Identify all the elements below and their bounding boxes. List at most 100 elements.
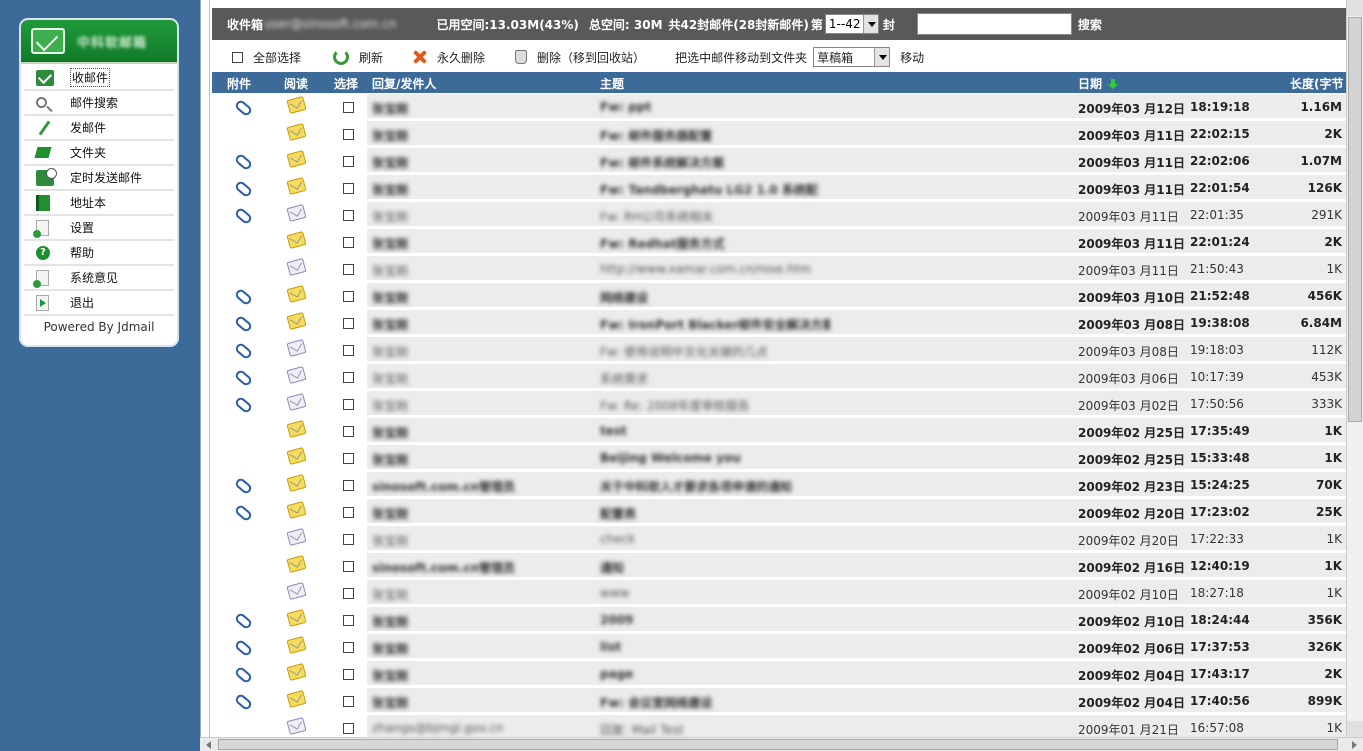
mail-subject[interactable]: test xyxy=(600,424,830,438)
col-size[interactable]: 长度(字节 xyxy=(1290,75,1344,92)
vertical-scrollbar[interactable] xyxy=(1346,0,1363,737)
mail-sender[interactable]: 张宝刚 xyxy=(372,343,512,360)
mail-sender[interactable]: 张宝刚 xyxy=(372,100,512,117)
table-row[interactable]: 张宝刚 list 2009年02 月06日 17:37:53 326K xyxy=(212,634,1346,661)
delete-forever-button[interactable]: 永久删除 xyxy=(411,49,485,66)
mail-sender[interactable]: 张宝刚 xyxy=(372,262,512,279)
scroll-right-icon[interactable] xyxy=(1352,741,1357,749)
row-checkbox[interactable] xyxy=(343,534,354,545)
mail-subject[interactable]: 回复: Mail Test xyxy=(600,721,830,737)
table-row[interactable]: 张宝刚 Fw: Redhat服务方式 2009年03 月11日 22:01:24 2K xyxy=(212,229,1346,256)
frame-divider[interactable] xyxy=(200,0,210,751)
sidebar-item-2[interactable]: 发邮件 xyxy=(24,116,174,141)
mail-subject[interactable]: page xyxy=(600,667,830,681)
select-all-checkbox[interactable] xyxy=(232,51,243,63)
row-checkbox[interactable] xyxy=(343,615,354,626)
mail-subject[interactable]: Fw: Tandberghatu LG2 1.0 系统配 xyxy=(600,181,830,198)
mail-subject[interactable]: www xyxy=(600,586,830,600)
mail-sender[interactable]: 张宝刚 xyxy=(372,532,512,549)
chevron-down-icon[interactable] xyxy=(874,48,890,66)
mail-sender[interactable]: 张宝刚 xyxy=(372,370,512,387)
row-checkbox[interactable] xyxy=(343,426,354,437)
mail-sender[interactable]: 张宝刚 xyxy=(372,640,512,657)
col-read[interactable]: 阅读 xyxy=(284,75,308,92)
table-row[interactable]: 张宝刚 check 2009年02 月20日 17:22:33 1K xyxy=(212,526,1346,553)
row-checkbox[interactable] xyxy=(343,156,354,167)
search-input[interactable] xyxy=(916,13,1072,35)
table-row[interactable]: 张宝刚 Fw: 使用说明中文化关键的几点 2009年03 月08日 19:18:03 1… xyxy=(212,337,1346,364)
row-checkbox[interactable] xyxy=(343,642,354,653)
col-attachment[interactable]: 附件 xyxy=(227,75,251,92)
table-row[interactable]: 张宝刚 Fw: ppt 2009年03 月12日 18:19:18 1.16M xyxy=(212,94,1346,121)
sidebar-item-7[interactable]: ? 帮助 xyxy=(24,241,174,266)
row-checkbox[interactable] xyxy=(343,183,354,194)
move-button[interactable]: 移动 xyxy=(900,49,924,66)
mail-subject[interactable]: 2009 xyxy=(600,613,830,627)
mail-subject[interactable]: 通知 xyxy=(600,559,830,576)
sidebar-item-0[interactable]: 收邮件 xyxy=(24,66,174,91)
mail-sender[interactable]: 张宝刚 xyxy=(372,397,512,414)
row-checkbox[interactable] xyxy=(343,210,354,221)
sidebar-item-6[interactable]: 设置 xyxy=(24,216,174,241)
move-to-trash-button[interactable]: 删除（移到回收站） xyxy=(515,49,645,66)
mail-subject[interactable]: Beijing Welcome you xyxy=(600,451,830,465)
mail-sender[interactable]: 张宝刚 xyxy=(372,208,512,225)
mail-subject[interactable]: Fw: 邮件系统解决方案 xyxy=(600,154,830,171)
row-checkbox[interactable] xyxy=(343,561,354,572)
mail-sender[interactable]: sinosoft.com.cn管理员 xyxy=(372,559,515,576)
mail-sender[interactable]: 张宝刚 xyxy=(372,316,512,333)
row-checkbox[interactable] xyxy=(343,453,354,464)
mail-sender[interactable]: 张宝刚 xyxy=(372,694,512,711)
vertical-scroll-thumb[interactable] xyxy=(1348,17,1362,422)
mail-sender[interactable]: zhangs@bjmgl.gov.cn xyxy=(372,721,512,735)
mail-sender[interactable]: 张宝刚 xyxy=(372,586,512,603)
table-row[interactable]: 张宝刚 配置表 2009年02 月20日 17:23:02 25K xyxy=(212,499,1346,526)
table-row[interactable]: 张宝刚 Fw: 邮件系统解决方案 2009年03 月11日 22:02:06 1.07M xyxy=(212,148,1346,175)
col-date[interactable]: 日期 xyxy=(1078,75,1119,92)
row-checkbox[interactable] xyxy=(343,129,354,140)
mail-subject[interactable]: Fw: 使用说明中文化关键的几点 xyxy=(600,343,830,360)
table-row[interactable]: 张宝刚 Fw: Re: 2008年度审核报告 2009年03 月02日 17:50:5… xyxy=(212,391,1346,418)
table-row[interactable]: 张宝刚 Fw: 会议室网络建设 2009年02 月04日 17:40:56 899K xyxy=(212,688,1346,715)
mail-sender[interactable]: 张宝刚 xyxy=(372,235,512,252)
refresh-button[interactable]: 刷新 xyxy=(333,49,383,66)
row-checkbox[interactable] xyxy=(343,399,354,410)
row-checkbox[interactable] xyxy=(343,264,354,275)
table-row[interactable]: 张宝刚 http://www.xamar.com.cn/rose.htm 2009年… xyxy=(212,256,1346,283)
mail-subject[interactable]: 关于中科软人才要求各项申请的通知 xyxy=(600,478,830,495)
sidebar-item-3[interactable]: 文件夹 xyxy=(24,141,174,166)
row-checkbox[interactable] xyxy=(343,345,354,356)
row-checkbox[interactable] xyxy=(343,102,354,113)
table-row[interactable]: sinosoft.com.cn管理员 通知 2009年02 月16日 12:40:19… xyxy=(212,553,1346,580)
mail-subject[interactable]: Fw: ppt xyxy=(600,100,830,114)
table-row[interactable]: 张宝刚 Beijing Welcome you 2009年02 月25日 15:33:… xyxy=(212,445,1346,472)
table-row[interactable]: zhangs@bjmgl.gov.cn 回复: Mail Test 2009年01 … xyxy=(212,715,1346,737)
mail-subject[interactable]: check xyxy=(600,532,830,546)
table-row[interactable]: 张宝刚 Fw: Tandberghatu LG2 1.0 系统配 2009年03 月… xyxy=(212,175,1346,202)
scroll-up-button[interactable] xyxy=(1347,0,1363,16)
scroll-left-icon[interactable] xyxy=(206,741,211,749)
mail-sender[interactable]: 张宝刚 xyxy=(372,424,512,441)
mail-subject[interactable]: 配置表 xyxy=(600,505,830,522)
mail-subject[interactable]: Fw: IronPort Blacker邮件安全解决方案 xyxy=(600,316,830,333)
select-all[interactable]: 全部选择 xyxy=(232,49,301,66)
mail-subject[interactable]: list xyxy=(600,640,830,654)
table-row[interactable]: sinosoft.com.cn管理员 关于中科软人才要求各项申请的通知 2009年0… xyxy=(212,472,1346,499)
horizontal-scrollbar[interactable] xyxy=(200,737,1363,751)
row-checkbox[interactable] xyxy=(343,372,354,383)
table-row[interactable]: 张宝刚 Fw: IronPort Blacker邮件安全解决方案 2009年03 月… xyxy=(212,310,1346,337)
row-checkbox[interactable] xyxy=(343,480,354,491)
table-row[interactable]: 张宝刚 Fw: RH公司系统相关 2009年03 月11日 22:01:35 291K xyxy=(212,202,1346,229)
mail-sender[interactable]: 张宝刚 xyxy=(372,451,512,468)
mail-sender[interactable]: 张宝刚 xyxy=(372,127,512,144)
mail-subject[interactable]: Fw: 会议室网络建设 xyxy=(600,694,830,711)
col-sender[interactable]: 回复/发件人 xyxy=(372,75,436,92)
row-checkbox[interactable] xyxy=(343,507,354,518)
row-checkbox[interactable] xyxy=(343,318,354,329)
table-row[interactable]: 张宝刚 网络建设 2009年03 月10日 21:52:48 456K xyxy=(212,283,1346,310)
row-checkbox[interactable] xyxy=(343,588,354,599)
sidebar-item-8[interactable]: 系统意见 xyxy=(24,266,174,291)
folder-select[interactable]: 草稿箱 xyxy=(813,47,891,67)
chevron-down-icon[interactable] xyxy=(862,15,878,33)
col-subject[interactable]: 主题 xyxy=(600,75,624,92)
